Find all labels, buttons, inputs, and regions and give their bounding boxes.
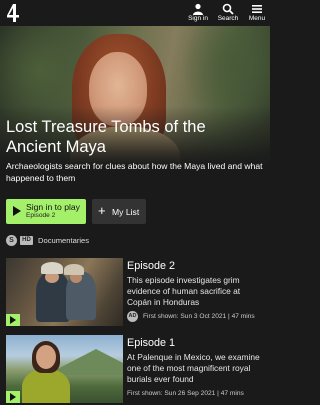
my-list-label: My List: [112, 207, 140, 217]
episode-item[interactable]: Episode 1 At Palenque in Mexico, we exam…: [0, 335, 270, 405]
episode-item[interactable]: Episode 2 This episode investigates grim…: [0, 258, 270, 330]
play-episode-button[interactable]: [6, 391, 20, 403]
menu-icon: [252, 5, 262, 13]
menu-button[interactable]: Menu: [242, 2, 272, 24]
user-icon: [193, 3, 203, 15]
episode-title: Episode 2: [127, 260, 176, 272]
subtitles-badge: S: [6, 235, 17, 246]
programme-title: Lost Treasure Tombs of the Ancient Maya: [6, 118, 206, 156]
episode-first-shown: First shown: Sun 3 Oct 2021 | 47 mins: [143, 313, 255, 320]
audio-description-badge: AD: [127, 311, 138, 322]
channel-4-logo[interactable]: [4, 3, 22, 23]
programme-description: Archaeologists search for clues about ho…: [6, 161, 263, 183]
top-navigation-bar: Sign in Search Menu: [0, 0, 270, 26]
play-icon: [10, 316, 16, 324]
play-icon: [13, 206, 21, 216]
episode-thumbnail[interactable]: [6, 335, 123, 403]
search-icon: [222, 3, 234, 15]
plus-icon: +: [98, 203, 106, 218]
play-button-label: Sign in to play: [26, 202, 80, 212]
play-icon: [10, 393, 16, 401]
menu-label: Menu: [248, 15, 266, 22]
episode-first-shown: First shown: Sun 26 Sep 2021 | 47 mins: [127, 390, 244, 397]
hd-badge: HD: [20, 236, 33, 245]
search-button[interactable]: Search: [213, 2, 243, 24]
play-episode-button[interactable]: [6, 314, 20, 326]
episode-description: At Palenque in Mexico, we examine one of…: [127, 352, 260, 384]
episode-description: This episode investigates grim evidence …: [127, 275, 241, 307]
episode-title: Episode 1: [127, 337, 176, 349]
sign-in-to-play-button[interactable]: Sign in to play Episode 2: [6, 199, 86, 224]
add-to-my-list-button[interactable]: + My List: [92, 199, 146, 224]
search-label: Search: [217, 15, 239, 22]
play-button-sublabel: Episode 2: [26, 212, 56, 219]
sign-in-button[interactable]: Sign in: [183, 2, 213, 24]
sign-in-label: Sign in: [188, 15, 208, 22]
episode-thumbnail[interactable]: [6, 258, 123, 326]
genre-label[interactable]: Documentaries: [38, 235, 89, 246]
